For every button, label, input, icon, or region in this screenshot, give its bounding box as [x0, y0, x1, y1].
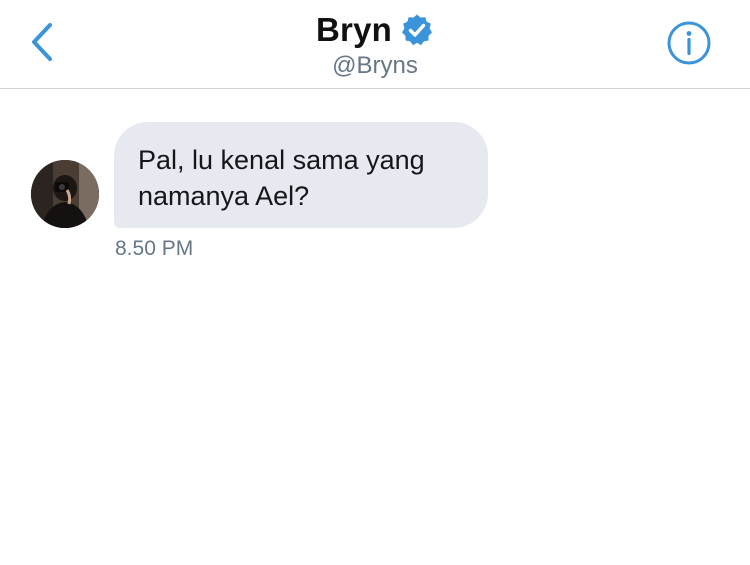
contact-title[interactable]: Bryn @Bryns [0, 10, 750, 81]
info-button[interactable] [666, 20, 712, 71]
message-text-line-2: namanya Ael? [138, 181, 310, 211]
dm-conversation-screen: Bryn @Bryns Pal, lu kenal sama yang nama… [0, 0, 750, 565]
avatar[interactable] [31, 160, 99, 228]
avatar-photo [31, 160, 99, 228]
message-timestamp: 8.50 PM [115, 237, 194, 260]
message-text-line-1: Pal, lu kenal sama yang [138, 145, 425, 175]
contact-handle: @Bryns [332, 52, 418, 79]
info-icon [666, 20, 712, 71]
message-bubble[interactable]: Pal, lu kenal sama yang namanya Ael? [114, 122, 488, 228]
conversation-header: Bryn @Bryns [0, 0, 750, 89]
verified-badge-icon [400, 13, 434, 47]
contact-name: Bryn [316, 11, 392, 48]
